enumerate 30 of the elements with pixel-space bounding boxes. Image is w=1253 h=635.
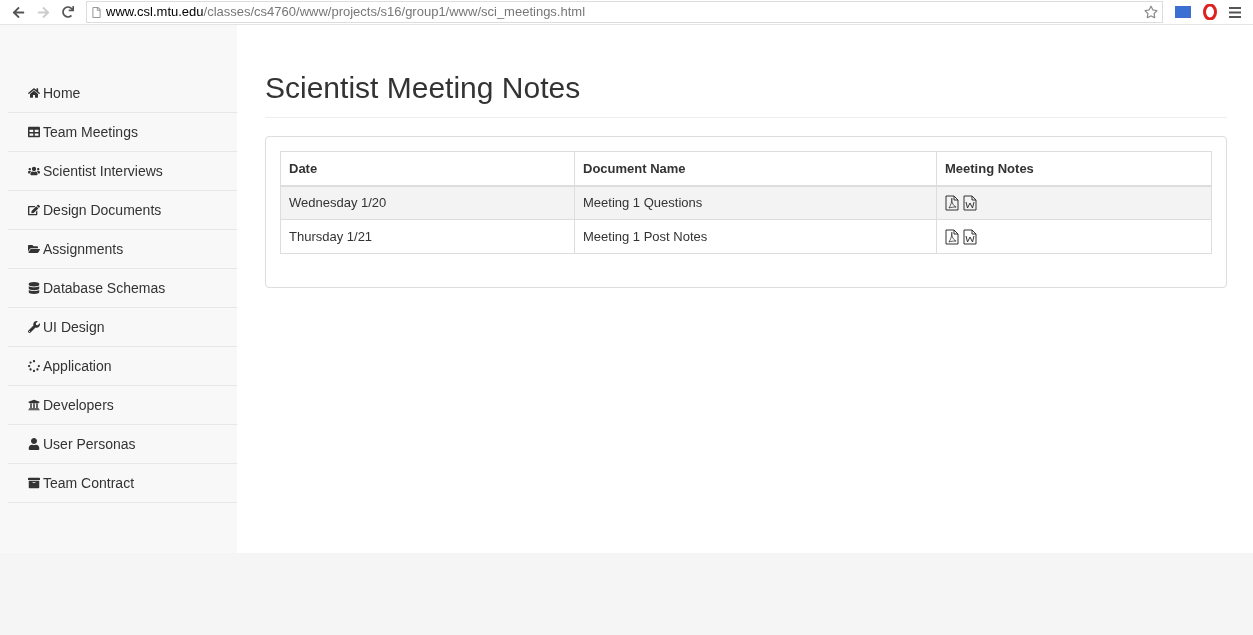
star-icon[interactable] bbox=[1144, 5, 1158, 19]
building-icon bbox=[28, 399, 40, 411]
user-icon bbox=[28, 438, 40, 450]
wrench-icon bbox=[28, 321, 40, 333]
address-bar[interactable]: www.csl.mtu.edu/classes/cs4760/www/projects/s16/group1/www/sci_meetings.html bbox=[86, 1, 1163, 23]
column-header: Document Name bbox=[574, 151, 937, 186]
spinner-icon bbox=[28, 360, 40, 372]
column-header: Meeting Notes bbox=[936, 151, 1212, 186]
page-icon bbox=[91, 6, 102, 18]
table-cell: Meeting 1 Post Notes bbox=[574, 219, 937, 254]
table-icon bbox=[28, 126, 40, 138]
page-title: Scientist Meeting Notes bbox=[265, 73, 1227, 118]
url-text: www.csl.mtu.edu/classes/cs4760/www/projects/s16/group1/www/sci_meetings.html bbox=[106, 3, 586, 22]
reload-icon[interactable] bbox=[62, 6, 74, 18]
word-document-icon[interactable] bbox=[963, 194, 977, 211]
pdf-icon[interactable] bbox=[945, 228, 959, 245]
pdf-icon[interactable] bbox=[945, 194, 959, 211]
column-header: Date bbox=[280, 151, 575, 186]
menu-icon[interactable] bbox=[1229, 6, 1241, 18]
word-document-icon[interactable] bbox=[963, 228, 977, 245]
archive-icon bbox=[28, 477, 40, 489]
database-icon bbox=[28, 282, 40, 294]
folder-icon bbox=[28, 243, 40, 255]
home-icon bbox=[28, 87, 40, 99]
back-icon[interactable] bbox=[12, 5, 25, 19]
table-cell: Meeting 1 Questions bbox=[574, 185, 937, 220]
edit-icon bbox=[28, 204, 40, 216]
table-cell: Thursday 1/21 bbox=[280, 219, 575, 254]
table-cell: Wednesday 1/20 bbox=[280, 185, 575, 220]
users-icon bbox=[28, 165, 40, 177]
